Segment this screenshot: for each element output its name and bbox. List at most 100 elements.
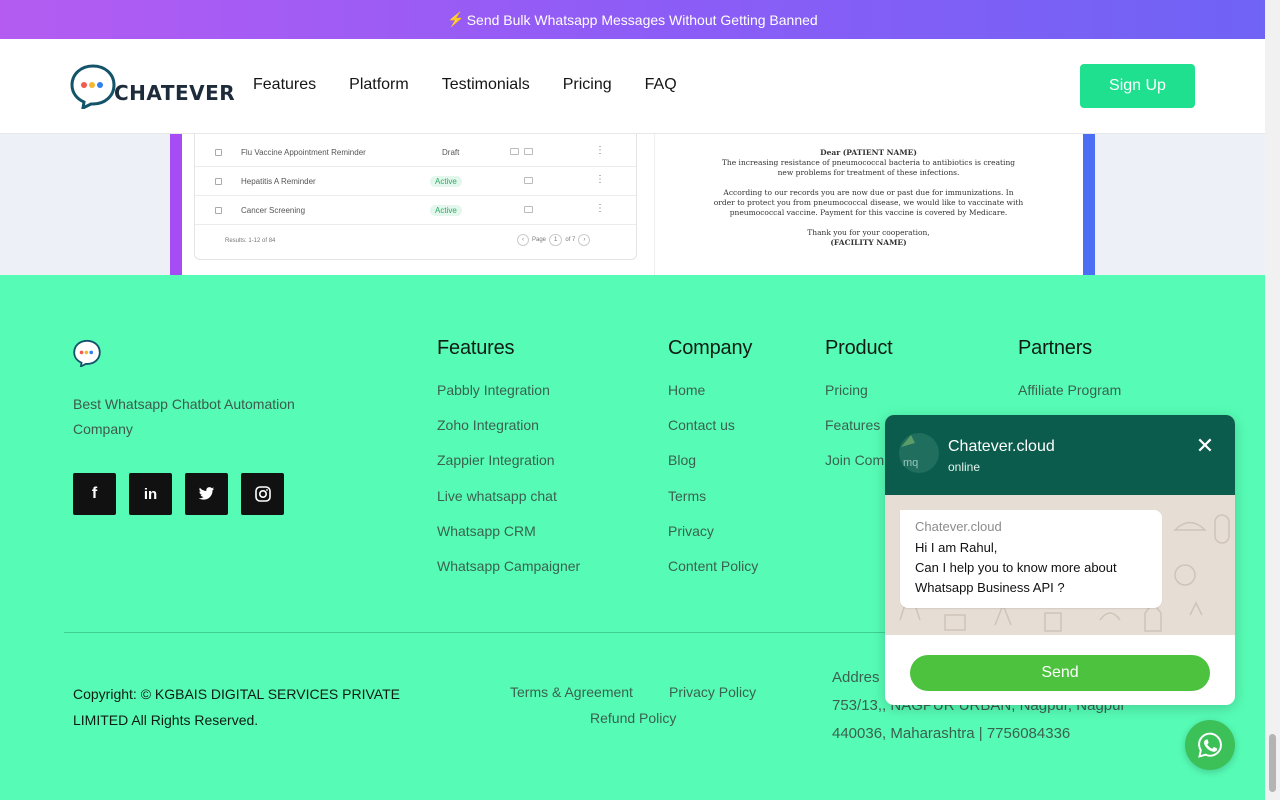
letter-para2: According to our records you are now due… — [713, 188, 1024, 217]
footer-link-campaigner[interactable]: Whatsapp Campaigner — [437, 558, 580, 593]
more-options-icon: ⋮ — [595, 174, 605, 185]
chat-message-bubble: Chatever.cloud Hi I am Rahul, Can I help… — [900, 510, 1162, 608]
footer-link-home[interactable]: Home — [668, 382, 758, 417]
chat-header: mq Chatever.cloud online ✕ — [885, 415, 1235, 495]
chat-widget: mq Chatever.cloud online ✕ Chatever.clou… — [885, 415, 1235, 705]
whatsapp-icon — [1198, 732, 1222, 758]
footer-col-partners: Partners Affiliate Program — [1018, 337, 1121, 417]
nav-faq[interactable]: FAQ — [645, 76, 677, 94]
footer-link-live-chat[interactable]: Live whatsapp chat — [437, 488, 580, 523]
refund-policy-link[interactable]: Refund Policy — [590, 710, 676, 726]
chat-name: Chatever.cloud — [948, 438, 1055, 455]
footer-link-pricing[interactable]: Pricing — [825, 382, 893, 417]
message-icon — [524, 206, 533, 213]
promo-banner-text[interactable]: Send Bulk Whatsapp Messages Without Gett… — [467, 12, 818, 28]
send-button[interactable]: Send — [910, 655, 1210, 691]
footer-link-contact[interactable]: Contact us — [668, 417, 758, 452]
lightning-icon: ⚡ — [447, 11, 465, 27]
letter-salutation: Dear (PATIENT NAME) — [820, 148, 917, 157]
nav-features[interactable]: Features — [253, 76, 316, 94]
footer-link-join-community[interactable]: Join Com — [825, 452, 893, 487]
product-screenshot: Flu Vaccine Appointment Reminder Draft ⋮… — [170, 134, 1095, 275]
footer-link-zappier[interactable]: Zappier Integration — [437, 452, 580, 487]
footer-link-affiliate[interactable]: Affiliate Program — [1018, 382, 1121, 417]
message-line2: Can I help you to know more about — [915, 560, 1117, 575]
results-count: Results: 1-12 of 84 — [225, 238, 276, 244]
privacy-policy-link[interactable]: Privacy Policy — [669, 684, 756, 700]
row-name: Flu Vaccine Appointment Reminder — [241, 148, 366, 157]
footer-col-title: Partners — [1018, 337, 1092, 359]
status-badge: Active — [430, 205, 462, 216]
twitter-icon[interactable] — [185, 473, 228, 515]
more-options-icon: ⋮ — [595, 203, 605, 214]
letter-para1: The increasing resistance of pneumococca… — [721, 158, 1016, 177]
message-icon — [524, 148, 533, 155]
site-logo[interactable]: CHATEVER — [70, 63, 235, 109]
status-badge: Active — [430, 176, 462, 187]
page-label: Page — [532, 237, 547, 243]
more-options-icon: ⋮ — [595, 145, 605, 156]
nav-testimonials[interactable]: Testimonials — [442, 76, 530, 94]
next-page-icon: › — [578, 234, 591, 246]
social-links: f in — [73, 473, 284, 515]
table-row: Flu Vaccine Appointment Reminder Draft ⋮ — [195, 138, 636, 167]
message-line1: Hi I am Rahul, — [915, 540, 998, 555]
scrollbar-thumb[interactable] — [1269, 734, 1276, 792]
footer-col-product: Product Pricing Features Join Com — [825, 337, 893, 488]
terms-agreement-link[interactable]: Terms & Agreement — [510, 684, 633, 700]
chat-status: online — [948, 460, 981, 474]
footer-link-features[interactable]: Features — [825, 417, 893, 452]
table-row: Cancer Screening Active ⋮ — [195, 196, 636, 225]
email-icon — [510, 148, 519, 155]
logo-text: CHATEVER — [114, 81, 236, 105]
row-name: Cancer Screening — [241, 206, 306, 215]
main-nav: Features Platform Testimonials Pricing F… — [253, 76, 710, 94]
linkedin-icon[interactable]: in — [129, 473, 172, 515]
footer-link-pabbly[interactable]: Pabbly Integration — [437, 382, 580, 417]
pagination: ‹ Page 1 of 7 › — [517, 234, 591, 246]
footer-link-blog[interactable]: Blog — [668, 452, 758, 487]
instagram-icon[interactable] — [241, 473, 284, 515]
message-line3: Whatsapp Business API ? — [915, 580, 1065, 595]
table-footer: Results: 1-12 of 84 ‹ Page 1 of 7 › — [195, 230, 636, 250]
nav-platform[interactable]: Platform — [349, 76, 409, 94]
footer-link-content-policy[interactable]: Content Policy — [668, 558, 758, 593]
page-select: 1 — [549, 234, 563, 246]
campaign-table: Flu Vaccine Appointment Reminder Draft ⋮… — [194, 134, 637, 260]
chat-bubble-logo-icon — [70, 64, 116, 109]
footer-logo[interactable] — [73, 339, 101, 372]
row-checkbox — [215, 178, 222, 185]
status-badge: Draft — [442, 148, 460, 157]
footer-col-company: Company Home Contact us Blog Terms Priva… — [668, 337, 758, 593]
footer-col-title: Product — [825, 337, 893, 359]
letter-closing: Thank you for your cooperation, — [807, 228, 930, 237]
footer-tagline: Best Whatsapp Chatbot Automation Company — [73, 396, 295, 437]
facebook-icon[interactable]: f — [73, 473, 116, 515]
row-checkbox — [215, 207, 222, 214]
site-header: CHATEVER Features Platform Testimonials … — [0, 39, 1265, 134]
footer-col-features: Features Pabbly Integration Zoho Integra… — [437, 337, 580, 593]
prev-page-icon: ‹ — [517, 234, 529, 246]
row-name: Hepatitis A Reminder — [241, 177, 316, 186]
footer-link-privacy[interactable]: Privacy — [668, 523, 758, 558]
letter-facility: (FACILITY NAME) — [830, 238, 907, 247]
nav-pricing[interactable]: Pricing — [563, 76, 612, 94]
footer-link-terms[interactable]: Terms — [668, 488, 758, 523]
address-line2: 440036, Maharashtra | 7756084336 — [832, 725, 1071, 742]
promo-banner[interactable]: ⚡ Send Bulk Whatsapp Messages Without Ge… — [0, 0, 1265, 39]
chat-bubble-logo-icon — [73, 339, 101, 369]
avatar-alt-text: mq — [903, 457, 919, 469]
page-scrollbar[interactable] — [1265, 0, 1280, 800]
footer-link-zoho[interactable]: Zoho Integration — [437, 417, 580, 452]
close-icon[interactable]: ✕ — [1193, 435, 1217, 459]
footer-link-crm[interactable]: Whatsapp CRM — [437, 523, 580, 558]
whatsapp-chat-button[interactable] — [1185, 720, 1235, 770]
copyright-text: Copyright: © KGBAIS DIGITAL SERVICES PRI… — [73, 686, 400, 728]
product-screenshot-section: Flu Vaccine Appointment Reminder Draft ⋮… — [0, 134, 1265, 275]
page-of: of 7 — [565, 237, 576, 243]
footer-col-title: Features — [437, 337, 515, 359]
message-sender: Chatever.cloud — [915, 519, 1002, 534]
message-icon — [524, 177, 533, 184]
sign-up-button[interactable]: Sign Up — [1080, 64, 1195, 108]
chat-body: Chatever.cloud Hi I am Rahul, Can I help… — [885, 495, 1235, 635]
